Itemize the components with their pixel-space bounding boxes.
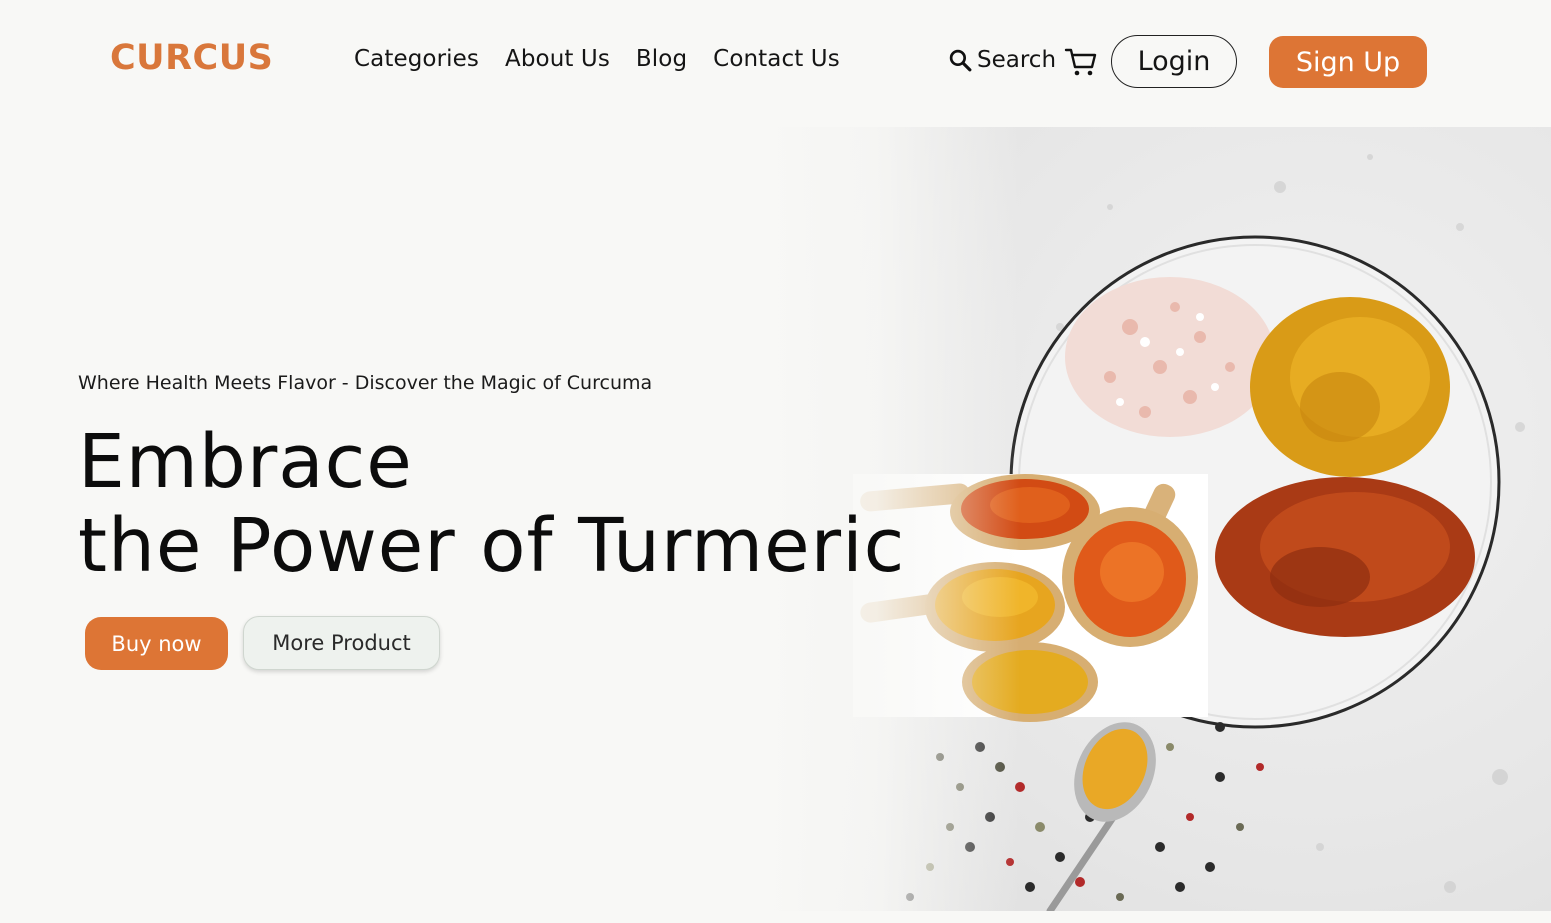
nav-blog[interactable]: Blog	[636, 46, 687, 72]
hero-headline-line1: Embrace	[78, 419, 413, 505]
search-button[interactable]: Search	[948, 47, 1056, 73]
main-nav: Categories About Us Blog Contact Us	[354, 46, 840, 72]
cart-icon[interactable]	[1064, 45, 1098, 79]
hero-headline-line2: the Power of Turmeric	[78, 503, 906, 589]
more-product-button[interactable]: More Product	[243, 616, 440, 670]
search-icon	[949, 49, 972, 71]
nav-about-us[interactable]: About Us	[505, 46, 610, 72]
search-label: Search	[977, 47, 1057, 73]
login-button[interactable]: Login	[1111, 35, 1237, 88]
nav-contact-us[interactable]: Contact Us	[713, 46, 840, 72]
hero-headline: Embrace the Power of Turmeric	[78, 420, 905, 588]
brand-logo[interactable]: CURCUS	[110, 38, 273, 78]
signup-button[interactable]: Sign Up	[1269, 36, 1427, 88]
nav-categories[interactable]: Categories	[354, 46, 479, 72]
hero-tagline: Where Health Meets Flavor - Discover the…	[78, 372, 653, 394]
buy-now-button[interactable]: Buy now	[85, 617, 228, 670]
landing-page: CURCUS Categories About Us Blog Contact …	[0, 0, 1551, 923]
